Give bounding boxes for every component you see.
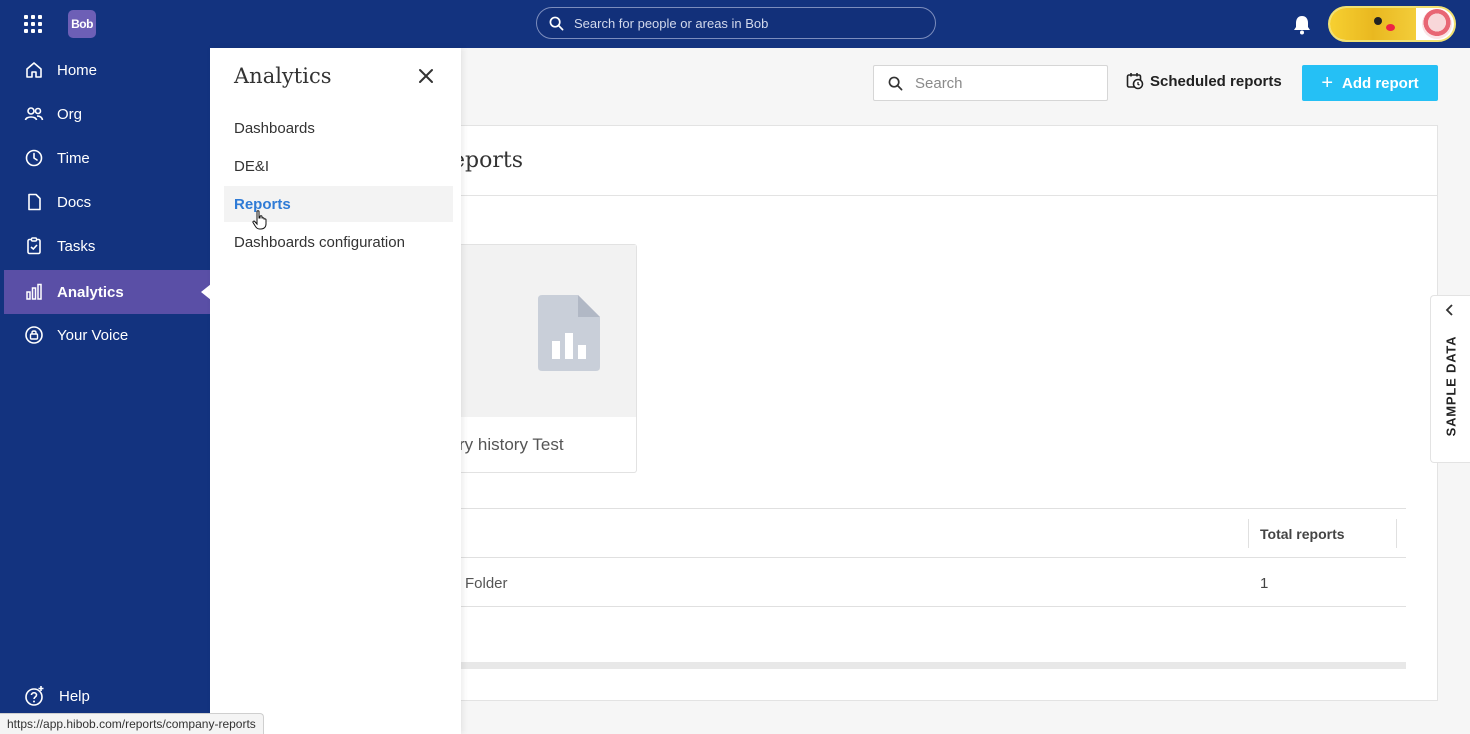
plus-icon: + <box>1321 72 1333 94</box>
bob-logo[interactable]: Bob <box>68 10 96 38</box>
sidebar-item-help[interactable]: Help <box>4 674 210 718</box>
sidebar-item-label: Time <box>57 149 90 167</box>
scheduled-reports-button[interactable]: Scheduled reports <box>1126 72 1282 90</box>
total-reports-cell: 1 <box>1260 575 1269 592</box>
bar-chart-icon <box>26 283 42 300</box>
panel-heading: eports <box>452 148 523 173</box>
chevron-left-icon <box>1445 304 1453 316</box>
main-sidebar: Home Org Time Docs Tasks Analytics Your … <box>0 48 211 734</box>
folder-name-cell[interactable]: Folder <box>465 575 508 592</box>
search-icon <box>549 16 564 30</box>
profile-banner-image <box>1330 8 1416 40</box>
sidebar-item-analytics[interactable]: Analytics <box>4 270 211 314</box>
user-avatar-menu[interactable] <box>1328 6 1456 42</box>
sidebar-item-docs[interactable]: Docs <box>4 180 210 224</box>
sidebar-item-time[interactable]: Time <box>4 136 210 180</box>
flyout-item-dashboards[interactable]: Dashboards <box>224 110 453 146</box>
report-card-name: ry history Test <box>459 435 564 454</box>
sidebar-item-home[interactable]: Home <box>4 48 210 92</box>
sidebar-item-label: Analytics <box>57 283 124 301</box>
lock-badge-icon <box>25 326 43 344</box>
apps-grid-icon[interactable] <box>24 15 42 33</box>
report-file-icon <box>537 295 600 371</box>
sidebar-item-label: Org <box>57 105 83 123</box>
clipboard-icon <box>27 237 41 255</box>
report-thumbnail <box>441 245 636 417</box>
clock-icon <box>25 149 43 167</box>
panel-divider <box>441 195 1437 196</box>
help-icon <box>25 686 44 706</box>
add-report-label: Add report <box>1342 74 1419 92</box>
flyout-title: Analytics <box>234 64 332 88</box>
sidebar-item-label: Home <box>57 61 98 79</box>
sidebar-item-tasks[interactable]: Tasks <box>4 224 210 268</box>
sidebar-item-org[interactable]: Org <box>4 92 210 136</box>
sample-data-tab[interactable]: SAMPLE DATA <box>1430 295 1470 463</box>
sample-data-label: SAMPLE DATA <box>1443 335 1459 437</box>
reports-search-box[interactable] <box>873 65 1108 101</box>
sidebar-item-label: Your Voice <box>57 326 129 344</box>
browser-status-url: https://app.hibob.com/reports/company-re… <box>0 713 264 734</box>
add-report-button[interactable]: + Add report <box>1302 65 1438 101</box>
global-search-input[interactable] <box>574 15 914 31</box>
flyout-item-dei[interactable]: DE&I <box>224 148 453 184</box>
table-header-row: Total reports <box>460 509 1406 558</box>
sidebar-item-label: Docs <box>57 193 92 211</box>
home-icon <box>26 62 42 78</box>
search-icon <box>888 76 903 90</box>
avatar <box>1422 9 1452 39</box>
people-icon <box>24 107 44 121</box>
top-bar: Bob <box>0 0 1470 48</box>
analytics-flyout-menu: Analytics Dashboards DE&I Reports Dashbo… <box>210 48 461 734</box>
hand-cursor-icon <box>252 210 267 230</box>
close-icon[interactable] <box>418 68 434 84</box>
table-row[interactable]: Folder 1 <box>460 558 1406 607</box>
horizontal-scrollbar[interactable] <box>460 662 1406 669</box>
report-card[interactable]: ry history Test <box>440 244 637 473</box>
column-divider <box>1396 519 1397 548</box>
reports-search-input[interactable] <box>915 74 1095 92</box>
sidebar-item-label: Help <box>59 687 90 705</box>
document-icon <box>28 193 41 211</box>
total-reports-header[interactable]: Total reports <box>1260 526 1345 542</box>
global-search-box[interactable] <box>536 7 936 39</box>
sidebar-item-label: Tasks <box>57 237 96 255</box>
sidebar-item-your-voice[interactable]: Your Voice <box>4 313 210 357</box>
column-divider <box>1248 519 1249 548</box>
notifications-bell-icon[interactable] <box>1292 14 1312 35</box>
calendar-clock-icon <box>1126 73 1144 90</box>
reports-table: Total reports Folder 1 <box>460 508 1406 669</box>
scheduled-reports-label: Scheduled reports <box>1150 72 1282 90</box>
